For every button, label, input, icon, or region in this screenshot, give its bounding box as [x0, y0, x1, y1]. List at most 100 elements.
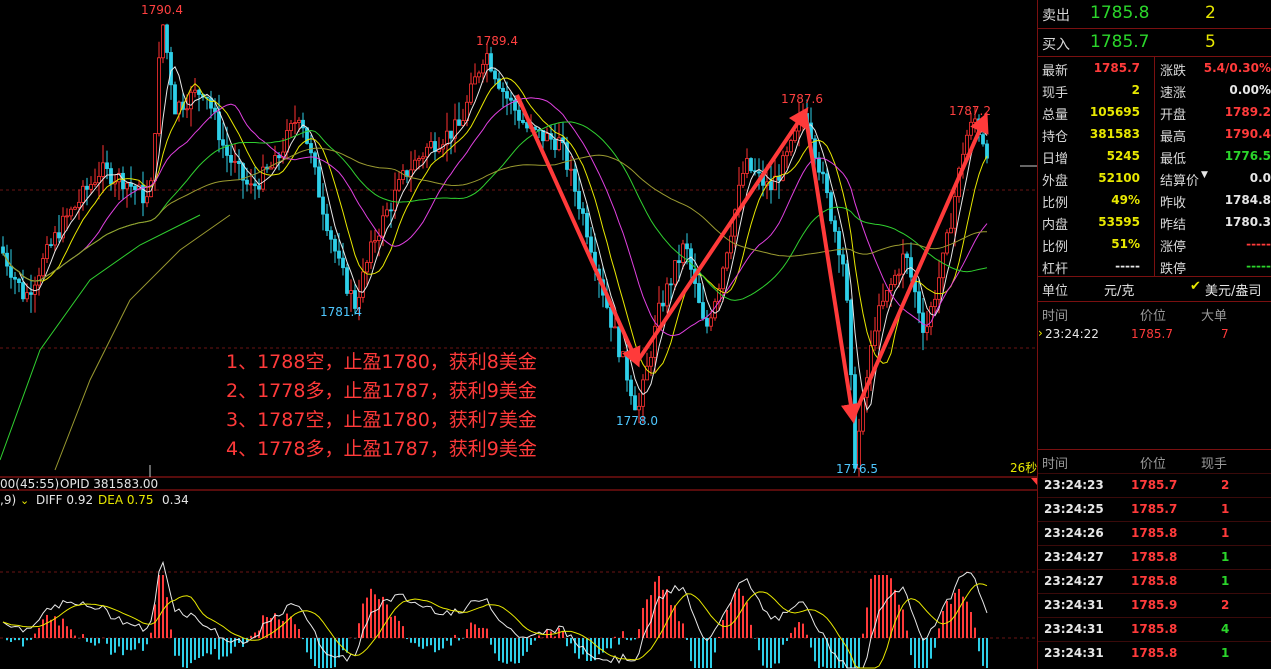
candle-body: [661, 302, 665, 307]
candle-body: [257, 185, 261, 190]
candle-body: [581, 208, 585, 214]
candle-body: [817, 157, 821, 173]
stat-label: 持仓: [1042, 130, 1069, 145]
candle-body: [849, 299, 853, 376]
candle-body: [585, 213, 589, 238]
candle-body: [321, 196, 325, 215]
candle-body: [389, 209, 393, 212]
tick-time: 23:24:23: [1044, 478, 1104, 492]
tick-row[interactable]: 23:24:27 1785.8 1: [1038, 569, 1271, 594]
divider: [1038, 449, 1271, 450]
tick-row[interactable]: 23:24:23 1785.7 2: [1038, 473, 1271, 498]
col-time: 时间: [1042, 457, 1069, 472]
candle-body: [545, 133, 549, 142]
tick-row[interactable]: 23:24:31 1785.8 1: [1038, 641, 1271, 666]
stat-value: -----: [1246, 259, 1271, 273]
stat-label: 最低: [1160, 152, 1187, 167]
unit-toggle-label[interactable]: 美元/盎司: [1205, 280, 1261, 299]
candle-body: [945, 232, 949, 254]
tick-price: 1785.8: [1131, 646, 1178, 660]
stat-value: 51%: [1111, 237, 1140, 251]
candle-body: [417, 158, 421, 161]
big-order-header: 时间 价位 大单: [1038, 304, 1271, 324]
tick-row[interactable]: 23:24:31 1785.9 2: [1038, 593, 1271, 618]
candle-body: [589, 236, 593, 253]
tick-time: 23:24:25: [1044, 502, 1104, 516]
big-order-time: 23:24:22: [1045, 327, 1099, 341]
trade-arrow: [515, 94, 641, 368]
big-order-price: 1785.7: [1131, 327, 1173, 341]
trade-annotations: 1、1788空，止盈1780，获利8美金 2、1778多，止盈1787，获利9美金…: [226, 351, 537, 460]
candle-body: [625, 351, 629, 381]
candle-body: [981, 134, 985, 145]
candle-body: [385, 209, 389, 217]
candle-body: [429, 141, 433, 148]
macd-params: ,9): [0, 493, 16, 507]
price-label: 1787.2: [949, 104, 991, 118]
candle-body: [757, 171, 761, 174]
divider: [1038, 301, 1271, 302]
check-icon[interactable]: ✔: [1190, 279, 1201, 294]
chevron-down-icon[interactable]: ▼: [1201, 170, 1208, 180]
tick-qty: 1: [1221, 502, 1230, 516]
candle-body: [621, 351, 625, 358]
candle-body: [253, 183, 257, 187]
candle-body: [133, 185, 137, 191]
candlestick-chart[interactable]: 1790.4 1789.4 1787.6 1787.2 1781.4 1778.0 1776…: [0, 0, 1037, 669]
candle-body: [501, 87, 505, 92]
candle-body: [93, 182, 97, 185]
macd-value: 0.34: [162, 493, 189, 507]
tick-row[interactable]: 23:24:26 1785.8 1: [1038, 521, 1271, 546]
tick-time: 23:24:27: [1044, 550, 1104, 564]
stat-value: -----: [1246, 237, 1271, 251]
candle-body: [905, 253, 909, 259]
chevron-down-icon: ⌄: [20, 494, 29, 507]
stat-label: 昨收: [1160, 196, 1187, 211]
divider: [1038, 276, 1271, 277]
tick-qty: 1: [1221, 646, 1230, 660]
price-label: 1789.4: [476, 34, 518, 48]
sell-row[interactable]: 卖出 1785.8 2: [1038, 0, 1271, 28]
candle-body: [1, 246, 5, 254]
buy-row[interactable]: 买入 1785.7 5: [1038, 30, 1271, 56]
candle-body: [249, 183, 253, 186]
candle-body: [833, 220, 837, 232]
trade-note: 2、1778多，止盈1787，获利9美金: [226, 380, 537, 402]
candle-body: [105, 162, 109, 169]
stat-label: 比例: [1042, 196, 1069, 211]
tick-row[interactable]: 23:24:25 1785.7 1: [1038, 497, 1271, 522]
candle-body: [969, 121, 973, 136]
candle-body: [925, 326, 929, 333]
candle-body: [173, 84, 177, 115]
candle-body: [365, 262, 369, 273]
candle-body: [657, 302, 661, 327]
unit-row: 单位 元/克 ✔ 美元/盎司: [1038, 278, 1271, 300]
tick-header: 时间 价位 现手: [1038, 452, 1271, 472]
candle-body: [741, 173, 745, 186]
tick-row[interactable]: 23:24:27 1785.8 1: [1038, 545, 1271, 570]
candle-body: [165, 24, 169, 53]
candle-body: [289, 122, 293, 131]
big-order-row[interactable]: › 23:24:22 1785.7 7: [1038, 325, 1271, 345]
candle-body: [777, 175, 781, 181]
candle-body: [937, 277, 941, 300]
candle-body: [837, 231, 841, 256]
candle-body: [377, 235, 381, 241]
candle-body: [985, 143, 989, 159]
candle-body: [229, 154, 233, 163]
candle-body: [973, 118, 977, 123]
candle-body: [125, 182, 129, 190]
candle-body: [509, 97, 513, 101]
candle-body: [33, 284, 37, 295]
candle-body: [821, 171, 825, 175]
stat-label: 涨跌: [1160, 64, 1187, 79]
candle-body: [13, 276, 17, 280]
candle-body: [65, 215, 69, 218]
candle-body: [433, 141, 437, 152]
tick-row[interactable]: 23:24:31 1785.8 4: [1038, 617, 1271, 642]
candle-body: [209, 97, 213, 109]
candle-body: [577, 190, 581, 210]
tick-price: 1785.8: [1131, 550, 1178, 564]
candle-body: [269, 167, 273, 170]
stat-label: 最新: [1042, 64, 1069, 79]
